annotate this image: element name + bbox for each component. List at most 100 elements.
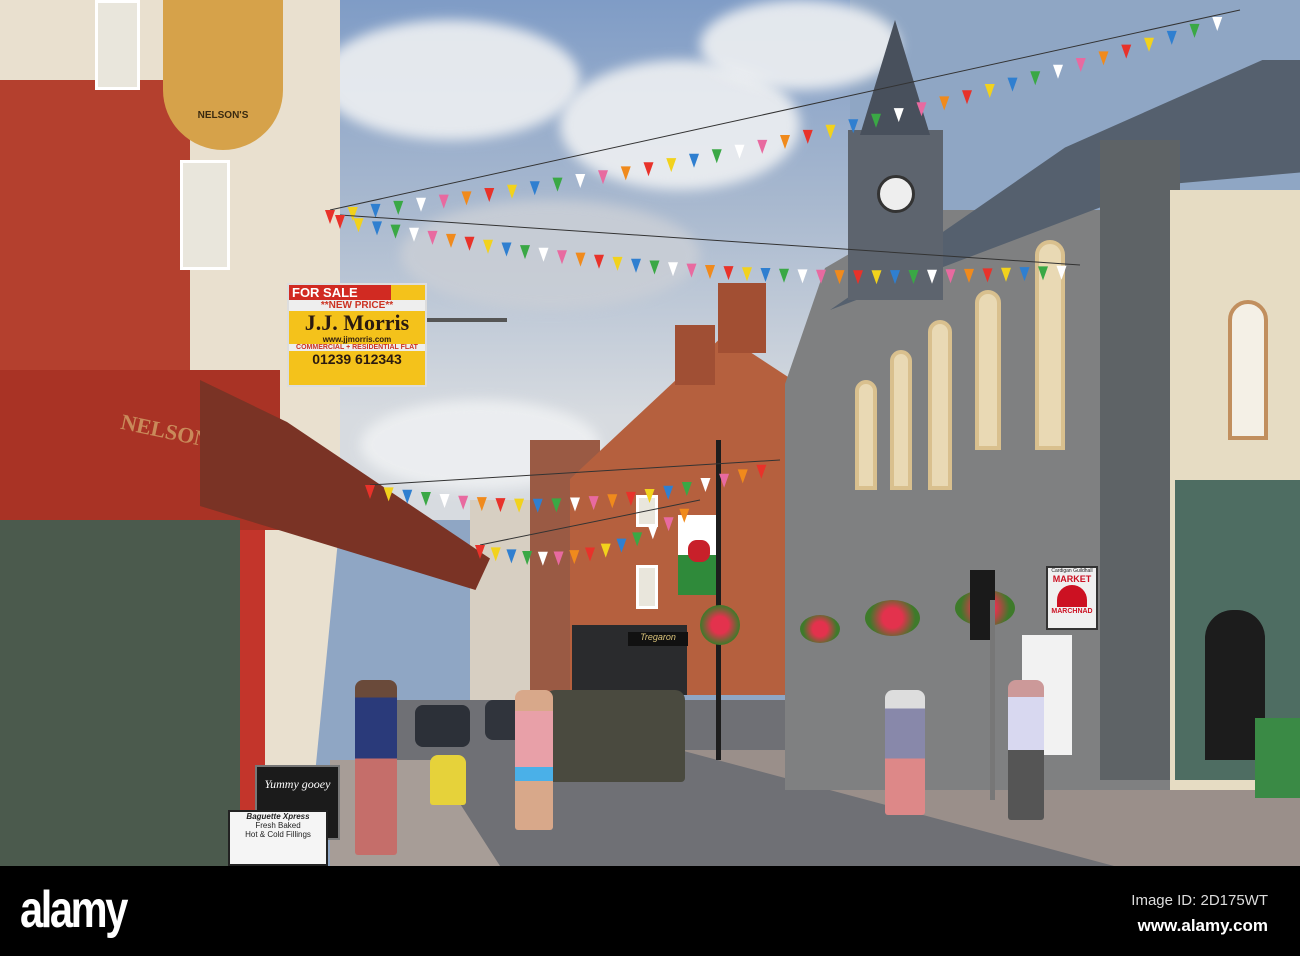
alamy-logo: alamy	[20, 881, 128, 939]
bunting-flag	[679, 508, 690, 523]
bunting-flag	[420, 491, 431, 506]
bunting-flag	[1189, 23, 1200, 38]
bunting-flag	[585, 547, 595, 562]
bunting-flag	[797, 269, 808, 284]
bunting-flag	[1019, 267, 1030, 282]
bunting-flag	[522, 550, 533, 565]
bunting-flag	[625, 491, 636, 506]
bunting-flag	[719, 473, 730, 488]
bunting-flag	[964, 268, 974, 283]
bunting-flag	[372, 221, 382, 236]
bunting-flag	[908, 269, 919, 284]
bunting-flag	[464, 236, 475, 251]
bunting-flags	[325, 9, 1241, 566]
image-id: Image ID: 2D175WT	[1131, 892, 1268, 909]
bunting-flag	[484, 188, 495, 203]
bunting-flag	[1038, 266, 1048, 281]
bunting-flag	[643, 162, 654, 177]
bunting-flag	[893, 108, 904, 123]
bunting-flag	[1030, 71, 1041, 86]
bunting-flag	[575, 252, 586, 267]
bunting-flag	[916, 102, 927, 117]
bunting-flag	[1166, 30, 1177, 45]
bunting-flag	[649, 260, 660, 275]
bunting-flag	[439, 493, 450, 508]
bunting-flag	[506, 549, 517, 564]
bunting-flag	[335, 215, 345, 229]
bunting-flag	[663, 517, 674, 532]
bunting-flag	[409, 227, 419, 242]
bunting-flag	[620, 166, 631, 181]
bunting-flag	[1144, 37, 1154, 52]
bunting-flag	[507, 184, 517, 199]
bunting-flag	[705, 265, 715, 279]
bunting-flag	[490, 547, 501, 562]
bunting-flag	[737, 469, 748, 484]
bunting-flag	[458, 495, 469, 510]
bunting-flag	[816, 269, 826, 284]
bunting-flag	[1056, 265, 1067, 280]
bunting-flag	[756, 464, 767, 479]
bunting-flag	[551, 498, 562, 513]
bunting-flag	[600, 543, 611, 558]
bunting-flag	[416, 197, 426, 212]
bunting-flag	[483, 239, 493, 254]
bunting-flag	[1007, 77, 1018, 92]
bunting-flag	[927, 269, 937, 284]
bunting-flag	[569, 550, 580, 565]
bunting-flag	[438, 194, 449, 209]
bunting-flag	[1053, 64, 1063, 79]
bunting-flag	[446, 233, 456, 248]
bunting-flag	[825, 124, 836, 139]
bunting-flag	[383, 487, 394, 502]
bunting-flag	[890, 270, 900, 285]
bunting-flag	[668, 262, 678, 277]
bunting-flag	[780, 135, 790, 149]
bunting-flag	[598, 170, 608, 185]
bunting-flag	[390, 224, 401, 239]
bunting-flag	[686, 263, 697, 278]
bunting-flag	[760, 268, 771, 283]
bunting-flag	[663, 485, 674, 500]
bunting-flag	[538, 247, 549, 262]
bunting-flag	[532, 498, 543, 513]
bunting-flag	[557, 250, 567, 265]
bunting-flag	[631, 258, 641, 273]
bunting-flag	[711, 149, 722, 164]
bunting-flag	[475, 545, 485, 559]
bunting-flag	[742, 267, 752, 282]
bunting-flag	[553, 551, 564, 566]
bunting-flag	[723, 266, 734, 281]
watermark-footer: alamy Image ID: 2D175WT www.alamy.com	[0, 866, 1300, 956]
bunting-flag	[575, 174, 586, 189]
bunting-flag	[607, 494, 618, 509]
bunting-flag	[514, 498, 525, 513]
street-photo: Tregaron Cardigan Guildhall MARKET MARCH…	[0, 0, 1300, 866]
bunting-flag	[588, 496, 599, 511]
bunting-flag	[1121, 44, 1132, 59]
bunting-flag	[353, 218, 364, 233]
bunting-flag	[689, 153, 699, 168]
bunting-flag	[594, 254, 604, 269]
bunting-flag	[779, 268, 789, 283]
bunting-flag	[632, 532, 643, 547]
bunting-flag	[945, 269, 956, 284]
bunting-flag	[848, 119, 859, 134]
bunting-flag	[1001, 267, 1011, 282]
bunting-flag	[644, 488, 655, 503]
bunting-flag	[700, 478, 711, 493]
bunting-flag	[537, 551, 548, 566]
bunting-flag	[501, 242, 512, 257]
alamy-url: www.alamy.com	[1137, 916, 1268, 935]
bunting-string	[369, 459, 781, 486]
bunting-flag	[402, 489, 413, 504]
bunting-flag	[552, 177, 563, 192]
bunting-flag	[393, 200, 404, 215]
bunting-flag	[984, 84, 995, 99]
bunting-flag	[757, 139, 768, 154]
bunting-flag	[476, 497, 487, 512]
bunting-flag	[616, 538, 627, 553]
bunting-string	[329, 9, 1241, 211]
bunting-flag	[647, 525, 658, 540]
bunting-flag	[495, 498, 506, 513]
